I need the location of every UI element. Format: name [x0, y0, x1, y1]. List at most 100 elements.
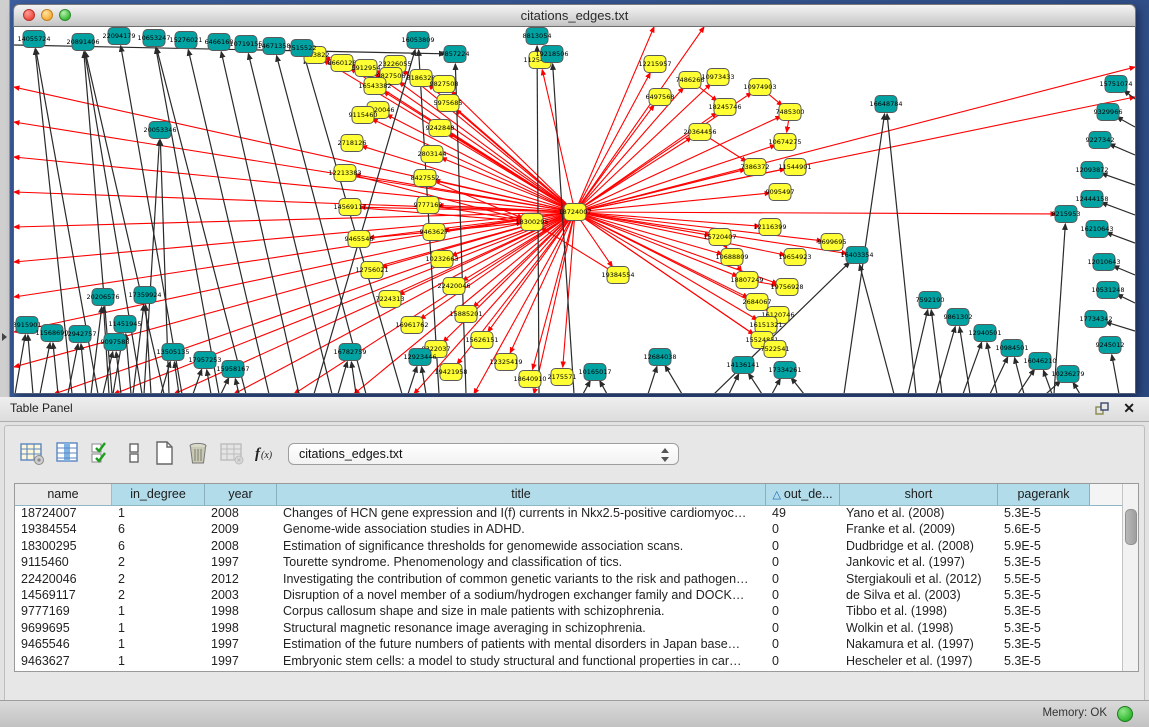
cell-short[interactable]: Nakamura et al. (1997) — [840, 636, 998, 652]
graph-node[interactable]: 9245012 — [1096, 337, 1125, 354]
column-header-name[interactable]: name — [15, 484, 112, 505]
graph-node[interactable]: 20891406 — [66, 34, 99, 51]
row-height-icon[interactable] — [121, 440, 147, 466]
function-builder-icon[interactable]: f (x) — [253, 440, 279, 466]
cell-pagerank[interactable]: 5.3E-5 — [998, 653, 1090, 669]
graph-node[interactable]: 2718126 — [338, 135, 367, 152]
cell-in_degree[interactable]: 6 — [112, 521, 205, 537]
graph-node[interactable]: 9861302 — [944, 309, 973, 326]
graph-node[interactable]: 9095497 — [766, 184, 795, 201]
citation-edge-red[interactable] — [542, 70, 575, 212]
graph-node[interactable]: 19756928 — [770, 279, 803, 296]
cell-name[interactable]: 9465546 — [15, 636, 112, 652]
graph-node[interactable]: 5975685 — [434, 95, 463, 112]
graph-node[interactable]: 20206576 — [86, 289, 119, 306]
cell-out_de[interactable]: 49 — [766, 505, 840, 521]
cell-out_de[interactable]: 0 — [766, 587, 840, 603]
cell-pagerank[interactable]: 5.3E-5 — [998, 603, 1090, 619]
citation-edge-black[interactable] — [1109, 144, 1135, 155]
cell-in_degree[interactable]: 6 — [112, 538, 205, 554]
graph-node[interactable]: 9097588 — [101, 334, 130, 351]
graph-node[interactable]: 8427552 — [411, 170, 440, 187]
cell-out_de[interactable]: 0 — [766, 620, 840, 636]
graph-node[interactable]: 14136141 — [726, 357, 759, 374]
cell-title[interactable]: Estimation of significance thresholds fo… — [277, 538, 766, 554]
citation-edge-red[interactable] — [575, 212, 760, 226]
graph-node[interactable]: 18640910 — [513, 371, 546, 388]
citation-edge-black[interactable] — [338, 362, 347, 393]
cell-title[interactable]: Tourette syndrome. Phenomenology and cla… — [277, 554, 766, 570]
citation-edge-red[interactable] — [541, 227, 618, 275]
graph-node[interactable]: 16053809 — [401, 32, 434, 49]
citation-edge-black[interactable] — [53, 343, 58, 393]
graph-node[interactable]: 10653247 — [137, 30, 170, 47]
cell-short[interactable]: Tibbo et al. (1998) — [840, 603, 998, 619]
graph-node[interactable]: 15626151 — [465, 332, 498, 349]
cell-title[interactable]: Investigating the contribution of common… — [277, 571, 766, 587]
cell-short[interactable]: Stergiakouli et al. (2012) — [840, 571, 998, 587]
graph-node[interactable]: 10984501 — [995, 340, 1028, 357]
graph-node[interactable]: 10236279 — [1051, 366, 1084, 383]
cell-title[interactable]: Changes of HCN gene expression and I(f) … — [277, 505, 766, 521]
cell-title[interactable]: Genome-wide association studies in ADHD. — [277, 521, 766, 537]
table-row[interactable]: 1872400712008Changes of HCN gene express… — [15, 505, 1123, 521]
cell-name[interactable]: 19384554 — [15, 521, 112, 537]
cell-in_degree[interactable]: 1 — [112, 636, 205, 652]
cell-pagerank[interactable]: 5.3E-5 — [998, 587, 1090, 603]
cell-year[interactable]: 2012 — [205, 571, 277, 587]
citation-edge-black[interactable] — [908, 310, 928, 393]
cell-year[interactable]: 1997 — [205, 554, 277, 570]
graph-node[interactable]: 7857224 — [441, 46, 470, 63]
citation-edge-black[interactable] — [235, 379, 239, 393]
citation-edge-black[interactable] — [791, 378, 804, 393]
column-layout-icon[interactable] — [55, 440, 81, 466]
graph-node[interactable]: 7515522 — [288, 40, 317, 57]
citation-edge-black[interactable] — [1112, 355, 1119, 393]
graph-node[interactable]: 14569117 — [333, 199, 366, 216]
cell-name[interactable]: 22420046 — [15, 571, 112, 587]
citation-network-graph[interactable]: 1872400718300295746382286601285912954232… — [14, 27, 1135, 393]
graph-node[interactable]: 10165017 — [578, 364, 611, 381]
cell-in_degree[interactable]: 2 — [112, 587, 205, 603]
graph-node[interactable]: 16961762 — [395, 317, 428, 334]
citation-edge-black[interactable] — [772, 379, 780, 393]
cell-year[interactable]: 1998 — [205, 603, 277, 619]
table-row[interactable]: 1830029562008Estimation of significance … — [15, 538, 1123, 554]
citation-edge-red[interactable] — [575, 97, 1135, 212]
citation-edge-black[interactable] — [1106, 232, 1135, 243]
new-column-icon[interactable] — [151, 440, 177, 466]
network-canvas[interactable]: 1872400718300295746382286601285912954232… — [13, 27, 1136, 394]
scrollbar-thumb[interactable] — [1125, 509, 1137, 545]
panel-collapse-arrow-icon[interactable] — [2, 333, 7, 341]
graph-node[interactable]: 9329966 — [1094, 104, 1123, 121]
graph-node[interactable]: 15751074 — [1099, 76, 1132, 93]
cell-year[interactable]: 2009 — [205, 521, 277, 537]
cell-short[interactable]: Hescheler et al. (1997) — [840, 653, 998, 669]
citation-edge-black[interactable] — [81, 344, 86, 393]
citation-edge-black[interactable] — [1113, 266, 1135, 275]
cell-in_degree[interactable]: 1 — [112, 505, 205, 521]
left-panel-edge[interactable] — [0, 0, 10, 397]
cell-out_de[interactable]: 0 — [766, 554, 840, 570]
cell-name[interactable]: 14569117 — [15, 587, 112, 603]
table-row[interactable]: 911546021997Tourette syndrome. Phenomeno… — [15, 554, 1123, 570]
table-row[interactable]: 946554611997Estimation of the future num… — [15, 636, 1123, 652]
citation-edge-black[interactable] — [193, 369, 202, 393]
column-header-out_de[interactable]: △out_de... — [766, 484, 840, 505]
graph-node[interactable]: 12093872 — [1075, 162, 1108, 179]
graph-node[interactable]: 16046210 — [1023, 353, 1056, 370]
cell-pagerank[interactable]: 5.3E-5 — [998, 636, 1090, 652]
citation-edge-black[interactable] — [936, 327, 955, 393]
cell-pagerank[interactable]: 5.3E-5 — [998, 620, 1090, 636]
graph-node[interactable]: 9777169 — [414, 197, 443, 214]
citation-edge-red[interactable] — [575, 137, 692, 212]
cell-pagerank[interactable]: 5.6E-5 — [998, 521, 1090, 537]
cell-name[interactable]: 9115460 — [15, 554, 112, 570]
graph-node[interactable]: 16782759 — [333, 344, 366, 361]
cell-in_degree[interactable]: 2 — [112, 571, 205, 587]
table-row[interactable]: 2242004622012Investigating the contribut… — [15, 571, 1123, 587]
citation-edge-black[interactable] — [28, 335, 33, 393]
cell-year[interactable]: 1998 — [205, 620, 277, 636]
graph-node[interactable]: 19384554 — [601, 267, 634, 284]
cell-title[interactable]: Structural magnetic resonance image aver… — [277, 620, 766, 636]
